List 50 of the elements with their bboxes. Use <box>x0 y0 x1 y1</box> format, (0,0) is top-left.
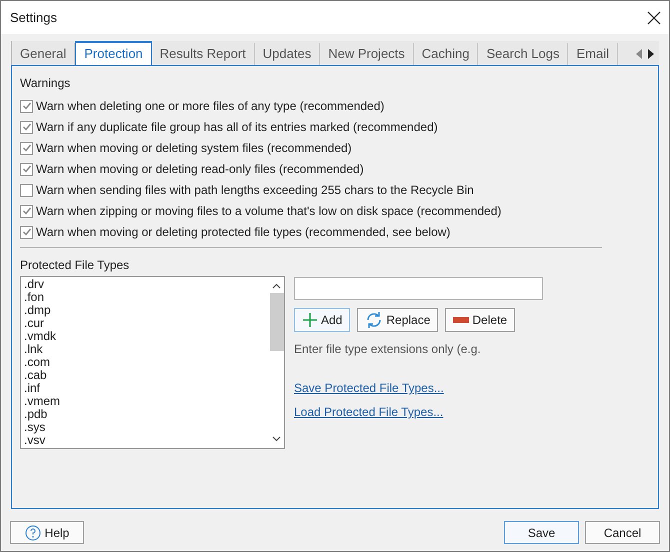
save-button[interactable]: Save <box>504 521 579 544</box>
cancel-button[interactable]: Cancel <box>585 521 660 544</box>
tab[interactable]: Protection <box>75 41 152 65</box>
checkbox-label: Warn when moving or deleting read-only files (recommended) <box>36 161 364 178</box>
file-type-field[interactable] <box>294 277 543 300</box>
checkbox[interactable] <box>20 162 33 176</box>
toolbar-button[interactable]: Replace <box>357 308 438 332</box>
list-item[interactable]: .inf <box>24 382 269 395</box>
file-type-list[interactable]: .drv .fon .dmp .cur .vmdk .lnk .com .cab .inf .vmem .pdb .sys .vsv <box>20 276 285 449</box>
list-item[interactable]: .lnk <box>24 343 269 356</box>
checkbox[interactable] <box>20 226 33 238</box>
checkbox-label: Warn when deleting one or more files of any type (recommended) <box>36 98 384 115</box>
help-icon <box>24 524 41 540</box>
checkbox-label: Warn when sending files with path lengths exceeding 255 chars to the Recycle Bin <box>36 182 474 199</box>
scroll-up-icon[interactable] <box>272 283 281 289</box>
section-title: Protected File Types <box>20 257 130 274</box>
checkbox[interactable] <box>20 100 33 112</box>
help-button[interactable]: Help <box>10 521 84 544</box>
hint-text: Enter file type extensions only (e.g. <box>294 341 482 358</box>
scroll-right-icon[interactable] <box>647 49 655 59</box>
scroll-down-icon[interactable] <box>272 436 281 442</box>
checkbox[interactable] <box>20 142 33 154</box>
list-item[interactable]: .cur <box>24 317 269 330</box>
checkbox-label: Warn when zipping or moving files to a volume that's low on disk space (recommended) <box>36 203 502 220</box>
list-item[interactable]: .vmdk <box>24 330 269 343</box>
window-title: Settings <box>10 8 57 27</box>
link[interactable]: Save Protected File Types... <box>294 379 444 397</box>
toolbar-button[interactable]: Delete <box>445 308 516 332</box>
section-title: Warnings <box>20 75 72 92</box>
close-icon[interactable] <box>647 10 661 24</box>
plus-icon <box>302 312 318 328</box>
list-item[interactable]: .com <box>24 356 269 369</box>
list-item[interactable]: .vsv <box>24 434 269 447</box>
list-item[interactable]: .vmem <box>24 395 269 408</box>
refresh-icon <box>365 311 384 329</box>
checkbox-label: Warn if any duplicate file group has all of its entries marked (recommended) <box>36 119 438 136</box>
toolbar-button[interactable]: Add <box>294 308 350 332</box>
checkbox[interactable] <box>20 120 33 134</box>
checkbox-label: Warn when moving or deleting system files (recommended) <box>36 140 352 157</box>
link[interactable]: Load Protected File Types... <box>294 403 444 421</box>
list-item[interactable]: .cab <box>24 369 269 382</box>
list-item[interactable]: .drv <box>24 278 269 291</box>
minus-icon <box>453 317 470 323</box>
list-item[interactable]: .pdb <box>24 408 269 421</box>
list-item[interactable]: .dmp <box>24 304 269 317</box>
checkbox[interactable] <box>20 204 33 218</box>
list-item[interactable]: .sys <box>24 421 269 434</box>
checkbox[interactable] <box>20 184 33 196</box>
checkbox-label: Warn when moving or deleting protected file types (recommended, see below) <box>36 224 450 241</box>
list-item[interactable]: .fon <box>24 291 269 304</box>
